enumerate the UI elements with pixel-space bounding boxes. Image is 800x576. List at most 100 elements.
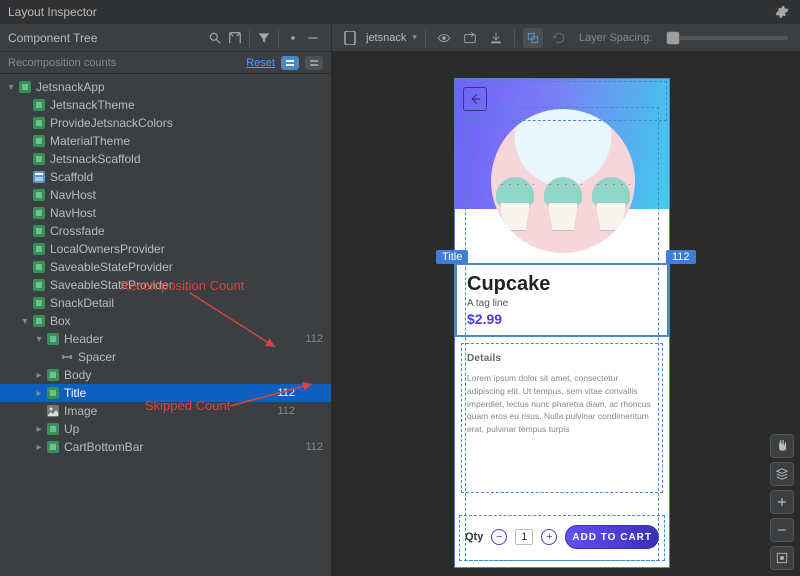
tree-type-icon (46, 440, 60, 454)
tree-node-cartbottombar[interactable]: CartBottomBar112 (0, 438, 331, 456)
tree-node-header[interactable]: Header 112 (0, 330, 331, 348)
expand-icon[interactable] (225, 28, 245, 48)
selection-name-badge: Title (436, 250, 468, 264)
component-tree-label: Component Tree (8, 31, 205, 45)
tree-node-localownersprovider[interactable]: LocalOwnersProvider (0, 240, 331, 258)
tree-node-jetsnackscaffold[interactable]: JetsnackScaffold (0, 150, 331, 168)
tree-node-label: Header (64, 332, 103, 346)
tree-type-icon (32, 152, 46, 166)
hide-panel-icon[interactable] (303, 28, 323, 48)
recomposition-count: 112 (277, 387, 295, 399)
tree-type-icon (32, 170, 46, 184)
tree-node-navhost[interactable]: NavHost (0, 204, 331, 222)
tree-node-snackdetail[interactable]: SnackDetail (0, 294, 331, 312)
tree-type-icon (32, 206, 46, 220)
reset-link[interactable]: Reset (246, 57, 275, 69)
tree-node-scaffold[interactable]: Scaffold (0, 168, 331, 186)
zoom-out-icon[interactable] (770, 518, 794, 542)
annotation-recomposition: Recomposition Count (120, 278, 244, 293)
tree-node-label: Body (64, 368, 91, 382)
tree-type-icon (32, 296, 46, 310)
tree-type-icon (32, 260, 46, 274)
tree-node-label: Spacer (78, 350, 116, 364)
snapshot-icon[interactable] (460, 28, 480, 48)
tree-type-icon (32, 98, 46, 112)
search-icon[interactable] (205, 28, 225, 48)
tree-node-label: SnackDetail (50, 296, 114, 310)
export-icon[interactable] (486, 28, 506, 48)
tree-node-label: MaterialTheme (50, 134, 130, 148)
tree-node-jetsnackapp[interactable]: JetsnackApp (0, 78, 331, 96)
tree-type-icon (60, 350, 74, 364)
live-icon[interactable] (434, 28, 454, 48)
recomposition-column-icon[interactable] (281, 56, 299, 70)
tree-arrow-icon[interactable] (20, 316, 30, 327)
device-select-icon[interactable] (340, 28, 360, 48)
tree-node-navhost[interactable]: NavHost (0, 186, 331, 204)
skipped-column-icon[interactable] (305, 56, 323, 70)
tree-node-up[interactable]: Up (0, 420, 331, 438)
tree-type-icon (46, 422, 60, 436)
tree-node-spacer[interactable]: Spacer (0, 348, 331, 366)
recomposition-header-row: Recomposition counts Reset (0, 52, 331, 74)
tree-node-crossfade[interactable]: Crossfade (0, 222, 331, 240)
tree-node-label: LocalOwnersProvider (50, 242, 165, 256)
tree-type-icon (32, 134, 46, 148)
tree-arrow-icon[interactable] (34, 334, 44, 345)
tree-node-providejetsnackcolors[interactable]: ProvideJetsnackColors (0, 114, 331, 132)
tree-type-icon (46, 368, 60, 382)
recomposition-count: 112 (277, 405, 295, 417)
tree-arrow-icon[interactable] (6, 82, 16, 93)
more-settings-icon[interactable] (283, 28, 303, 48)
tree-arrow-icon[interactable] (34, 424, 44, 435)
zoom-in-icon[interactable] (770, 490, 794, 514)
canvas-float-buttons (770, 434, 794, 570)
annotation-skipped: Skipped Count (145, 398, 230, 413)
tree-arrow-icon[interactable] (34, 442, 44, 453)
tree-arrow-icon[interactable] (34, 370, 44, 381)
device-name[interactable]: jetsnack (366, 32, 406, 44)
tree-node-label: Image (64, 404, 97, 418)
filter-icon[interactable] (254, 28, 274, 48)
recomposition-counts-label: Recomposition counts (8, 57, 246, 69)
tree-node-materialtheme[interactable]: MaterialTheme (0, 132, 331, 150)
tree-type-icon (32, 314, 46, 328)
tree-node-saveablestateprovider[interactable]: SaveableStateProvider (0, 258, 331, 276)
tree-node-box[interactable]: Box (0, 312, 331, 330)
tree-type-icon (32, 224, 46, 238)
tree-node-label: Up (64, 422, 79, 436)
tree-type-icon (46, 386, 60, 400)
layer-spacing-slider[interactable] (668, 36, 788, 40)
tree-node-body[interactable]: Body (0, 366, 331, 384)
skipped-count: 112 (305, 333, 323, 345)
settings-gear-icon[interactable] (772, 2, 792, 22)
tree-node-label: CartBottomBar (64, 440, 143, 454)
tree-type-icon (32, 116, 46, 130)
tree-type-icon (18, 80, 32, 94)
selection-count-badge: 112 (666, 250, 696, 264)
preview-toolbar: jetsnack ▾ Layer Spacing: (332, 24, 800, 52)
tree-type-icon (32, 188, 46, 202)
tree-node-label: Title (64, 386, 86, 400)
fit-icon[interactable] (770, 546, 794, 570)
tree-node-label: ProvideJetsnackColors (50, 116, 173, 130)
mode-2d-icon[interactable] (523, 28, 543, 48)
tree-node-label: Scaffold (50, 170, 93, 184)
preview-canvas[interactable]: Cupcake A tag line $2.99 Details Lorem i… (332, 52, 800, 576)
tree-type-icon (46, 404, 60, 418)
layers-icon[interactable] (770, 462, 794, 486)
refresh-icon[interactable] (549, 28, 569, 48)
tree-node-label: NavHost (50, 188, 96, 202)
component-tree[interactable]: JetsnackApp JetsnackTheme ProvideJetsnackC… (0, 74, 331, 576)
tree-node-label: NavHost (50, 206, 96, 220)
window-title: Layout Inspector (8, 5, 97, 19)
pan-icon[interactable] (770, 434, 794, 458)
tree-node-label: SaveableStateProvider (50, 260, 173, 274)
layout-preview-panel: jetsnack ▾ Layer Spacing: (332, 24, 800, 576)
tree-arrow-icon[interactable] (34, 388, 44, 399)
tree-node-label: Box (50, 314, 71, 328)
tree-node-label: JetsnackTheme (50, 98, 135, 112)
tree-type-icon (46, 332, 60, 346)
tree-node-jetsnacktheme[interactable]: JetsnackTheme (0, 96, 331, 114)
tree-type-icon (32, 242, 46, 256)
